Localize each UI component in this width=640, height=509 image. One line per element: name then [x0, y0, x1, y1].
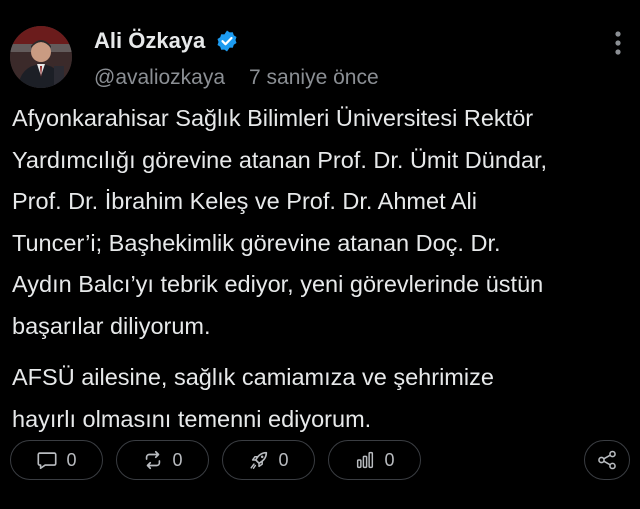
reply-count: 0: [66, 449, 77, 470]
author-handle[interactable]: @avaliozkaya: [94, 66, 225, 90]
views-count: 0: [384, 449, 395, 470]
repost-icon: [146, 450, 161, 470]
bar-chart-icon: [357, 451, 374, 469]
boost-count: 0: [278, 449, 289, 470]
comment-icon: [37, 452, 58, 470]
rocket-icon: [250, 451, 268, 469]
boost-button[interactable]: 0: [222, 440, 315, 480]
repost-button[interactable]: 0: [116, 440, 209, 480]
more-options-icon[interactable]: [614, 30, 622, 56]
author-name[interactable]: Ali Özkaya: [94, 28, 205, 54]
post-body: Afyonkarahisar Sağlık Bilimleri Üniversi…: [12, 98, 628, 440]
share-icon: [598, 450, 616, 470]
verified-badge-icon: [215, 29, 239, 53]
avatar[interactable]: [10, 26, 72, 88]
share-button[interactable]: [584, 440, 630, 480]
reply-button[interactable]: 0: [10, 440, 103, 480]
repost-count: 0: [172, 449, 183, 470]
views-button[interactable]: 0: [328, 440, 421, 480]
profile-photo-icon: [10, 26, 72, 88]
post-timestamp[interactable]: 7 saniye önce: [249, 66, 379, 90]
meta-row: @avaliozkaya 7 saniye önce: [94, 66, 379, 90]
post-paragraph-1: Afyonkarahisar Sağlık Bilimleri Üniversi…: [12, 105, 548, 339]
action-bar: 0 0 0 0: [10, 440, 421, 480]
post-paragraph-2: AFSÜ ailesine, sağlık camiamıza ve şehri…: [12, 364, 494, 432]
author-row: Ali Özkaya: [94, 28, 239, 54]
